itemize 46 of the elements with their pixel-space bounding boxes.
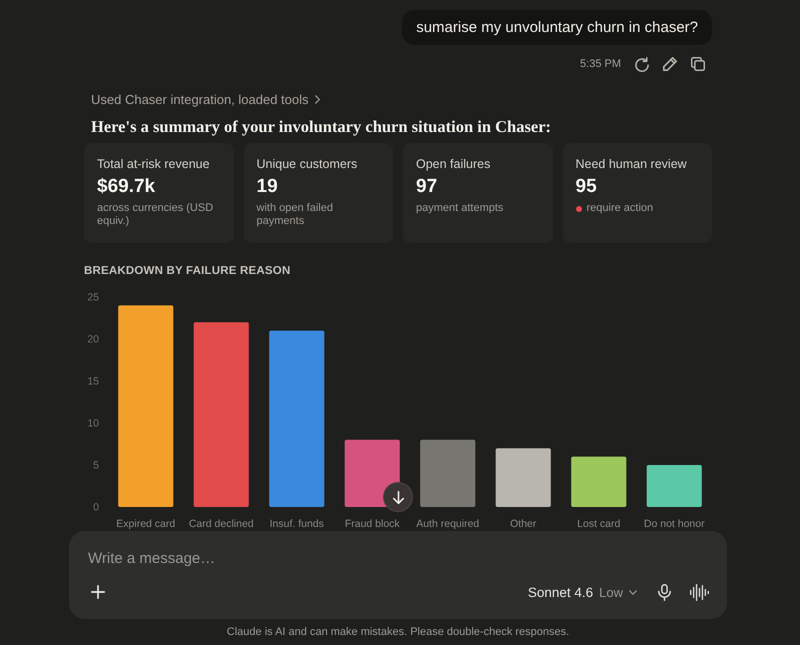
category-label: Lost card	[577, 518, 620, 530]
card-label: Unique customers	[256, 157, 358, 172]
axis-tick-label: 20	[87, 334, 99, 346]
refresh-icon	[635, 56, 649, 72]
category-label: Expired card	[116, 518, 176, 530]
scroll-down-button[interactable]	[383, 482, 413, 512]
card-value: 19	[256, 175, 279, 199]
axis-tick-label: 25	[87, 292, 99, 304]
copy-icon	[691, 57, 705, 71]
category-label: Insuf. funds	[270, 518, 324, 530]
message-input[interactable]: Write a message…	[88, 547, 709, 569]
chart-title: BREAKDOWN BY FAILURE REASON	[84, 264, 292, 278]
card-note: payment attempts	[416, 202, 504, 215]
voice-mode-button[interactable]	[689, 582, 709, 602]
axis-tick-label: 10	[87, 418, 99, 430]
card-note: across currencies (USD equiv.)	[97, 202, 214, 228]
plus-icon	[91, 585, 105, 599]
card-note: with open failed payments	[256, 202, 334, 228]
card-value: 97	[416, 175, 438, 199]
card-label: Need human review	[576, 157, 688, 172]
axis-tick-label: 15	[87, 376, 99, 388]
category-label: Other	[510, 518, 536, 530]
waveform-icon	[690, 584, 708, 600]
chevron-right-icon	[314, 94, 320, 104]
card-label: Total at-risk revenue	[97, 157, 211, 172]
tool-use-toggle[interactable]: Used Chaser integration, loaded tools	[91, 91, 320, 107]
axis-tick-label: 5	[93, 460, 99, 472]
arrow-down-icon	[392, 490, 404, 504]
microphone-icon	[658, 584, 670, 600]
card-value: $69.7k	[97, 175, 156, 199]
message-time: 5:35 PM	[580, 58, 621, 70]
user-message-bubble: sumarise my unvoluntary churn in chaser?	[402, 10, 712, 45]
response-heading: Here's a summary of your involuntary churn situation in Chaser:	[91, 116, 552, 138]
category-label: Card declined	[188, 518, 254, 530]
axis-tick-label: 0	[93, 502, 99, 514]
category-label: Auth required	[416, 518, 480, 530]
add-button[interactable]	[88, 582, 108, 602]
pencil-icon	[663, 57, 677, 71]
card-label: Open failures	[416, 157, 492, 172]
category-label: Fraud block	[344, 518, 400, 530]
category-label: Do not honor	[644, 518, 705, 530]
card-value: 95	[576, 175, 598, 199]
model-selector-button[interactable]: Sonnet 4.6 Low	[528, 584, 637, 600]
card-note: require action	[586, 202, 654, 215]
chevron-down-icon	[629, 590, 637, 594]
disclaimer-text: Claude is AI and can make mistakes. Please double-check responses.	[226, 625, 570, 640]
